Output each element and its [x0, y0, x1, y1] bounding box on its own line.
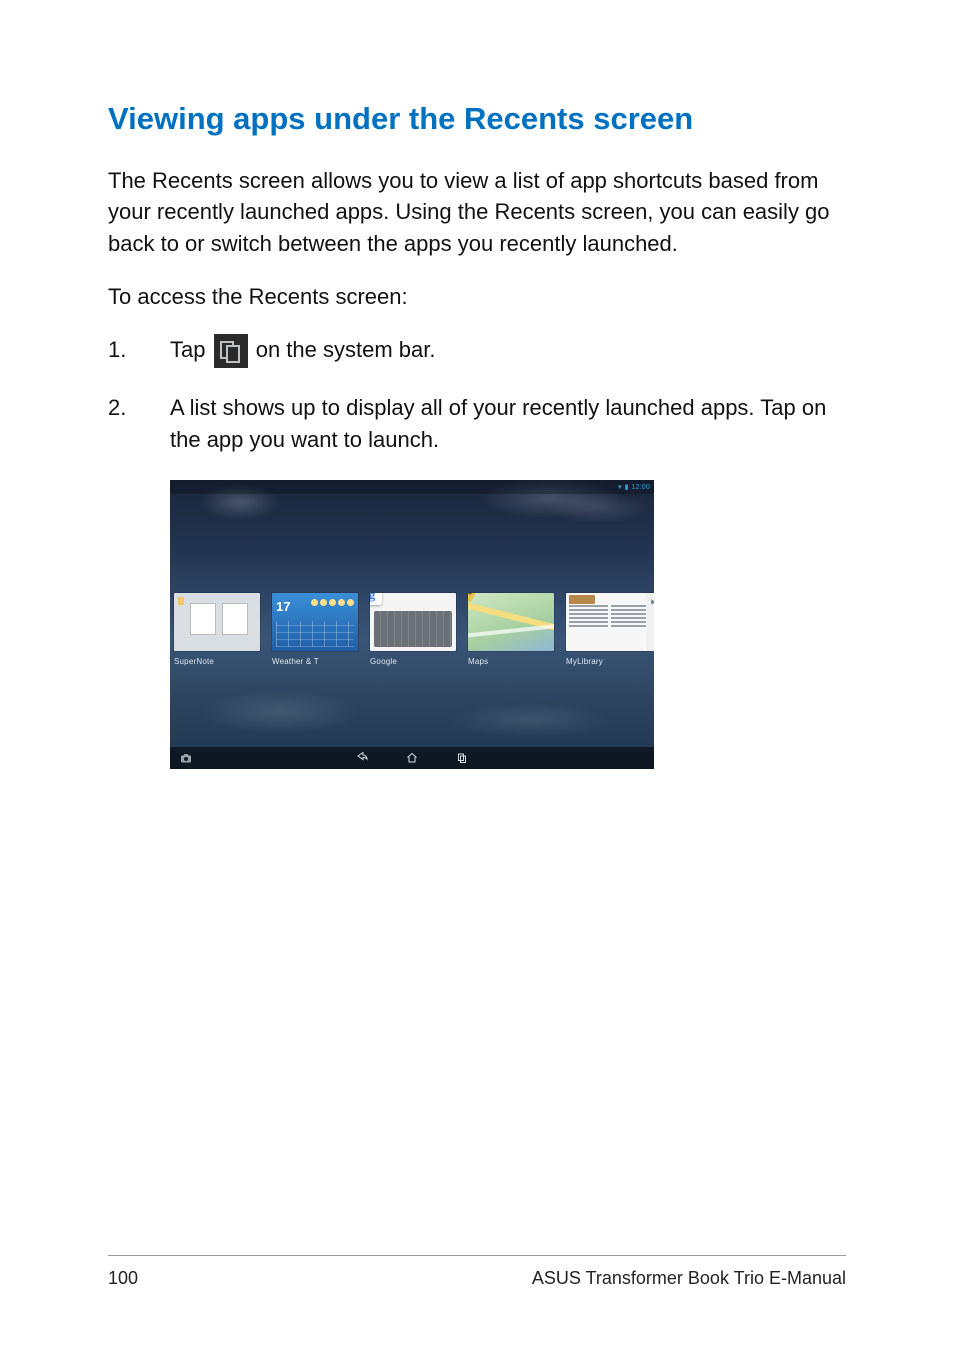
home-button[interactable] [405, 752, 419, 764]
nav-bar [170, 747, 654, 769]
step-body: Tap on the system bar. [170, 334, 846, 368]
step-number: 1. [108, 334, 170, 366]
maps-pin-icon [468, 593, 479, 604]
step-1-text-a: Tap [170, 337, 212, 362]
chevron-right-icon [648, 597, 654, 607]
page-number: 100 [108, 1268, 138, 1289]
camera-icon[interactable] [180, 753, 192, 763]
manual-title: ASUS Transformer Book Trio E-Manual [532, 1268, 846, 1289]
recent-app-weather[interactable]: 17 Weather & T [272, 593, 358, 666]
step-2: 2. A list shows up to display all of you… [108, 392, 846, 456]
recent-app-maps[interactable]: Maps [468, 593, 554, 666]
page-footer: 100 ASUS Transformer Book Trio E-Manual [108, 1255, 846, 1289]
recents-icon [214, 334, 248, 368]
google-logo-icon: g [370, 593, 382, 605]
recent-thumb: 17 [272, 593, 358, 651]
recent-thumb [566, 593, 652, 651]
recents-row: SuperNote 17 Weather & T g Google [170, 593, 654, 666]
wifi-icon: ▾ [618, 483, 622, 491]
screenshot-wrapper: ▾ ▮ 12:00 SuperNote 17 Wea [170, 480, 846, 769]
recent-label: SuperNote [174, 657, 260, 666]
recent-app-peek[interactable] [646, 593, 654, 651]
recent-thumb [468, 593, 554, 651]
recent-app-supernote[interactable]: SuperNote [174, 593, 260, 666]
step-body: A list shows up to display all of your r… [170, 392, 846, 456]
battery-icon: ▮ [625, 483, 629, 491]
weather-temp: 17 [276, 599, 290, 614]
back-button[interactable] [355, 752, 369, 764]
recent-label: Google [370, 657, 456, 666]
step-1-text-b: on the system bar. [256, 337, 436, 362]
recent-label: Weather & T [272, 657, 358, 666]
status-time: 12:00 [631, 484, 650, 491]
recent-app-mylibrary[interactable]: MyLibrary [566, 593, 652, 666]
recent-label: Maps [468, 657, 554, 666]
weather-mini-icons [311, 599, 354, 606]
step-1: 1. Tap on the system bar. [108, 334, 846, 368]
weather-grid [276, 621, 354, 647]
lead-paragraph: To access the Recents screen: [108, 281, 846, 312]
keyboard-graphic [374, 611, 452, 647]
recent-label: MyLibrary [566, 657, 652, 666]
steps-list: 1. Tap on the system bar. 2. A list show… [108, 334, 846, 456]
section-heading: Viewing apps under the Recents screen [108, 100, 846, 137]
recent-app-google[interactable]: g Google [370, 593, 456, 666]
recent-thumb: g [370, 593, 456, 651]
recent-thumb [174, 593, 260, 651]
intro-paragraph: The Recents screen allows you to view a … [108, 165, 846, 259]
recents-button[interactable] [455, 752, 469, 764]
status-bar: ▾ ▮ 12:00 [170, 480, 654, 494]
step-number: 2. [108, 392, 170, 424]
tablet-screenshot: ▾ ▮ 12:00 SuperNote 17 Wea [170, 480, 654, 769]
